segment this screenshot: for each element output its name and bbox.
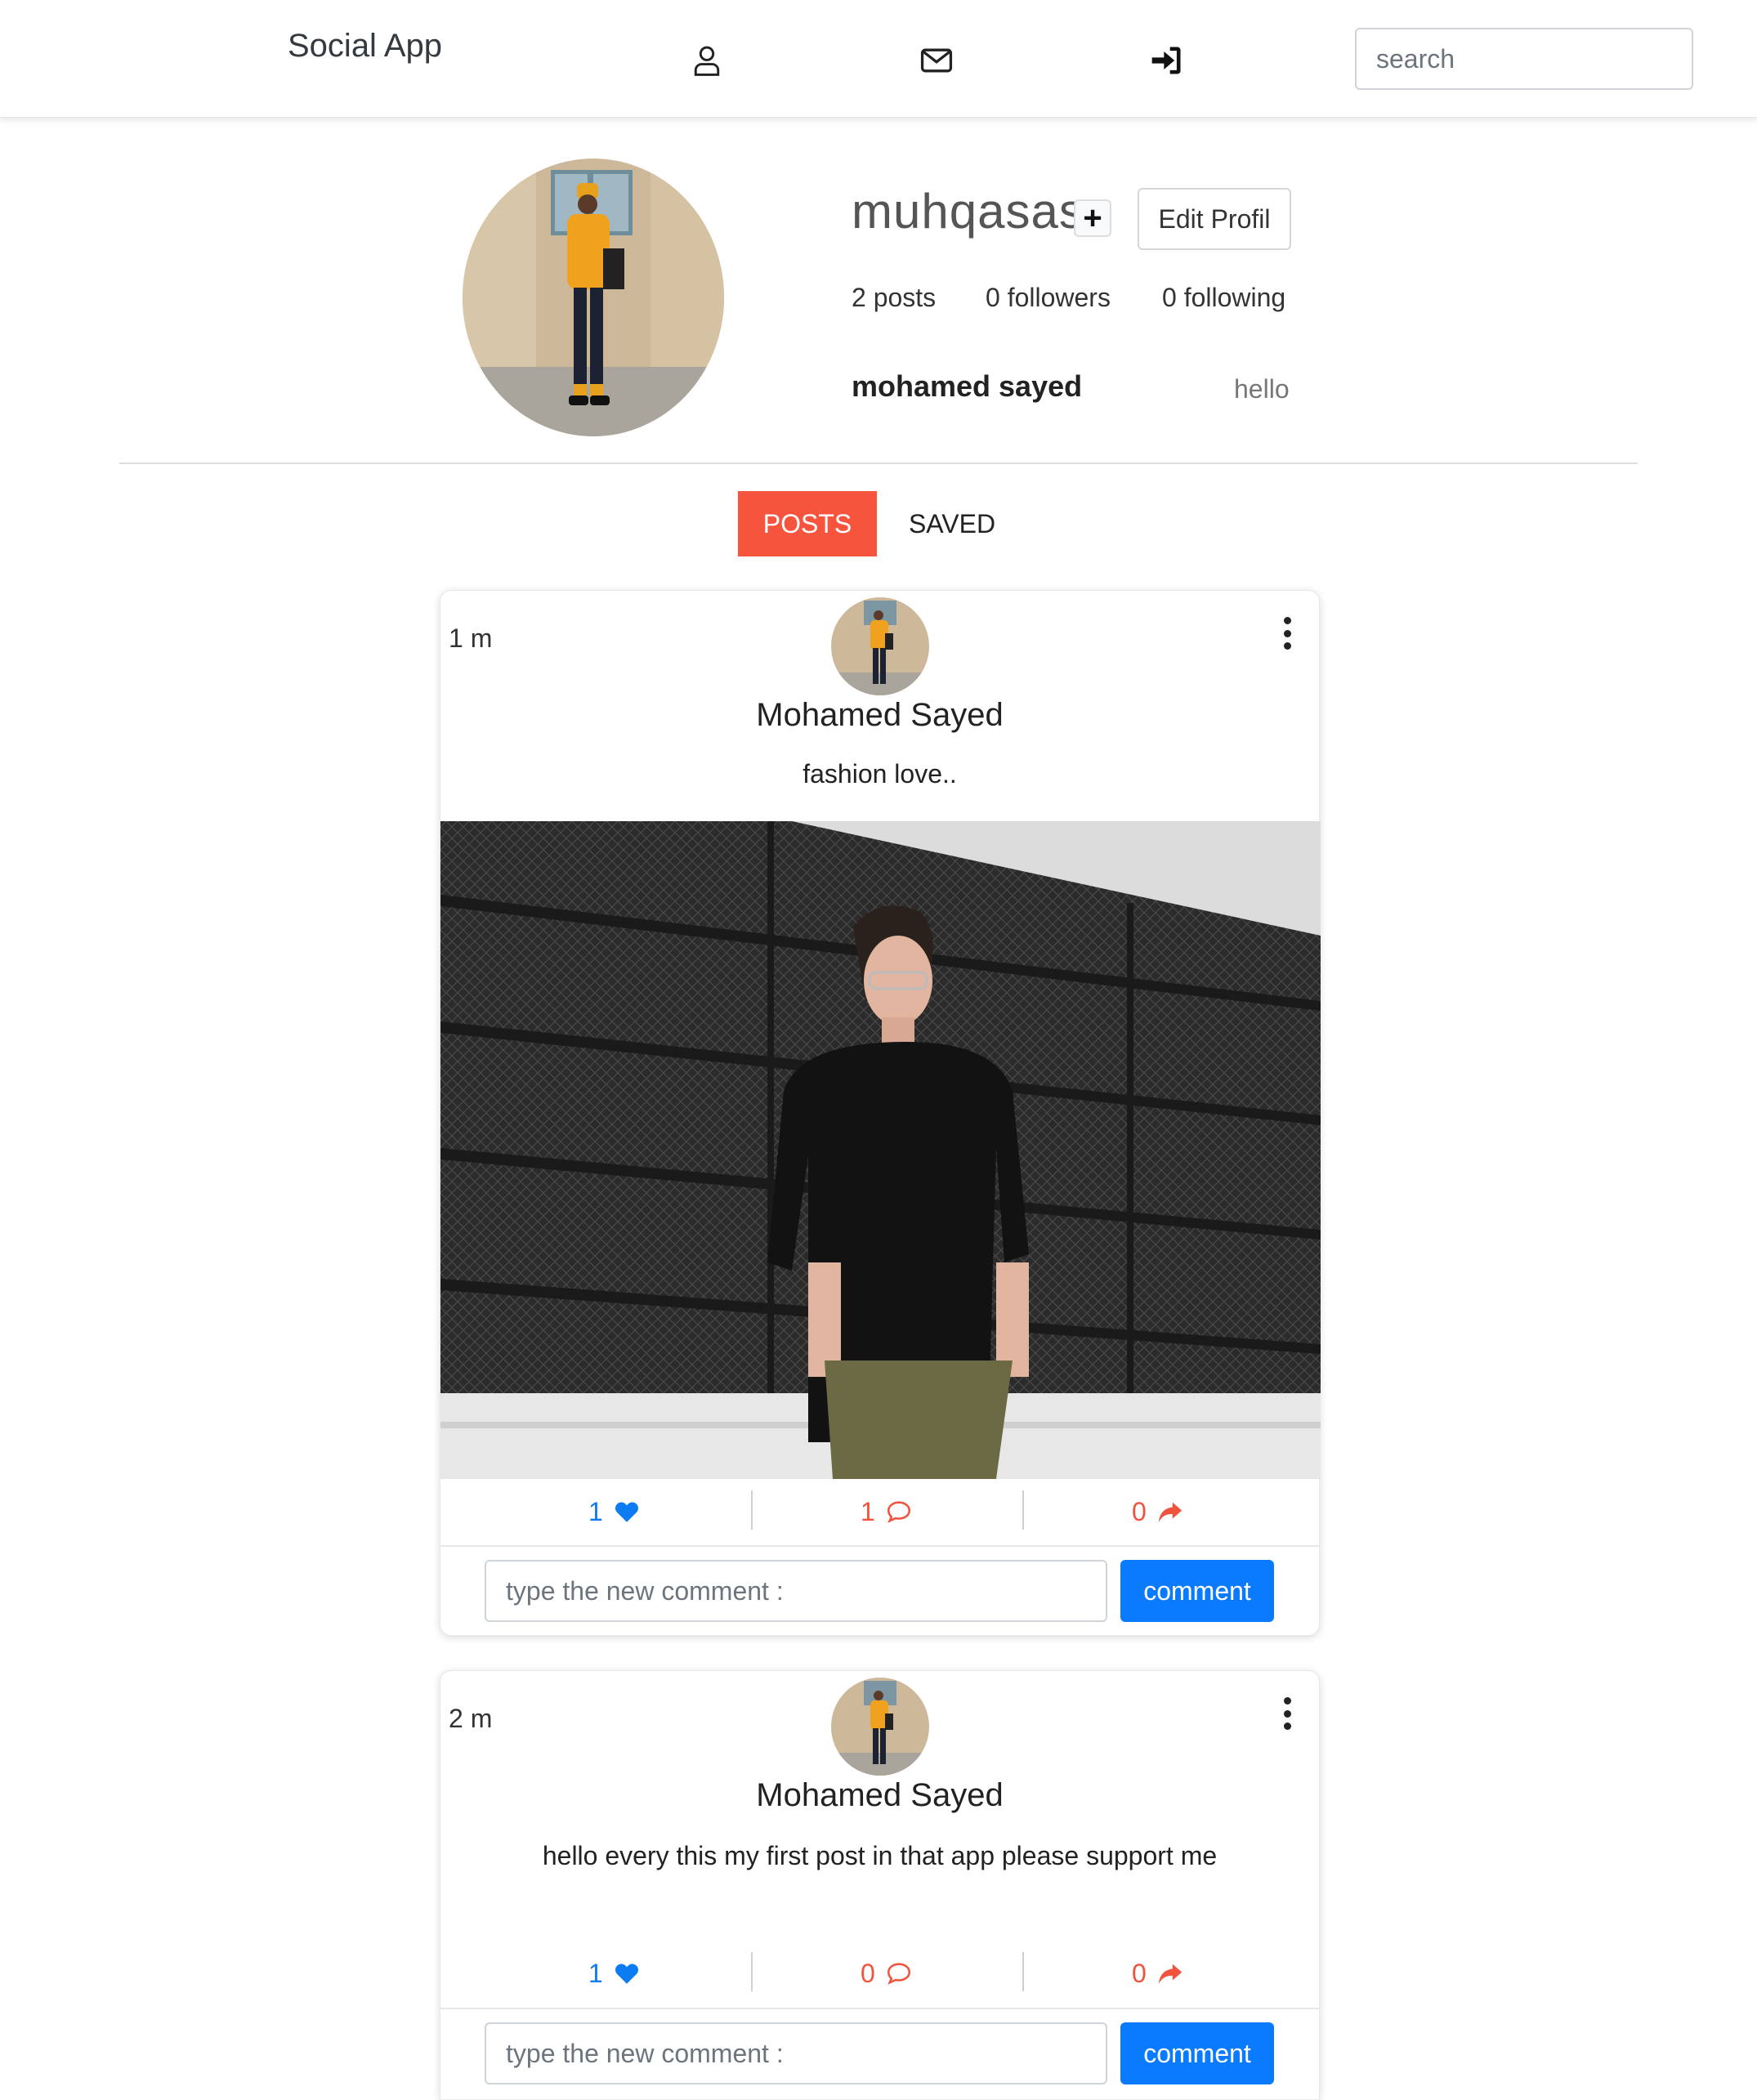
comment-input[interactable]	[485, 2022, 1107, 2084]
share-arrow-icon	[1158, 1964, 1182, 1984]
user-icon[interactable]	[689, 42, 725, 78]
comment-count-button[interactable]: 1	[861, 1479, 913, 1544]
post-time: 2 m	[449, 1704, 493, 1733]
following-count[interactable]: 0 following	[1162, 283, 1285, 313]
post-text: fashion love..	[802, 759, 957, 789]
profile-full-name: mohamed sayed	[852, 369, 1083, 403]
profile-avatar	[463, 159, 724, 436]
post-author-avatar[interactable]	[831, 1678, 929, 1776]
action-divider	[1022, 1952, 1024, 1991]
divider	[440, 1545, 1319, 1547]
like-button[interactable]: 1	[588, 1479, 641, 1544]
like-count: 1	[588, 1496, 603, 1526]
like-button[interactable]: 1	[588, 1941, 641, 2006]
action-divider	[751, 1952, 753, 1991]
post-actions: 1 0 0	[440, 1941, 1319, 2006]
post-text: hello every this my first post in that a…	[542, 1841, 1218, 1870]
heart-icon	[615, 1502, 638, 1522]
post-image[interactable]	[440, 821, 1321, 1479]
action-divider	[751, 1490, 753, 1530]
post-options-icon[interactable]	[1279, 1697, 1295, 1730]
post-time: 1 m	[449, 623, 493, 653]
speech-bubble-icon	[887, 1501, 910, 1523]
comment-count-button[interactable]: 0	[861, 1941, 913, 2006]
follow-plus-button[interactable]: +	[1074, 199, 1111, 237]
action-divider	[1022, 1490, 1024, 1530]
share-count: 0	[1132, 1496, 1147, 1526]
comment-submit-button[interactable]: comment	[1120, 2022, 1274, 2084]
share-arrow-icon	[1158, 1502, 1182, 1522]
heart-icon	[615, 1964, 638, 1984]
post-author-name[interactable]: Mohamed Sayed	[440, 1777, 1319, 1814]
share-button[interactable]: 0	[1132, 1941, 1184, 2006]
envelope-icon[interactable]	[919, 42, 955, 78]
post-author-name[interactable]: Mohamed Sayed	[440, 697, 1319, 734]
comment-input[interactable]	[485, 1560, 1107, 1622]
post-card: 1 m Mohamed Sayed fashion love.. 1 1 0 t…	[440, 590, 1321, 1636]
post-actions: 1 1 0	[440, 1479, 1319, 1544]
comment-count: 1	[861, 1496, 875, 1526]
profile-bio: hello	[1234, 374, 1290, 404]
plus-icon: +	[1083, 199, 1102, 236]
share-button[interactable]: 0	[1132, 1479, 1184, 1544]
followers-count[interactable]: 0 followers	[986, 283, 1111, 313]
share-count: 0	[1132, 1958, 1147, 1988]
comment-count: 0	[861, 1958, 875, 1988]
post-card: 2 m Mohamed Sayed hello every this my fi…	[440, 1670, 1320, 2100]
divider	[440, 2008, 1319, 2009]
navbar: Social App	[0, 0, 1757, 118]
like-count: 1	[588, 1958, 603, 1988]
brand-logo[interactable]: Social App	[288, 28, 442, 65]
search-input[interactable]	[1355, 28, 1693, 90]
tab-posts[interactable]: POSTS	[738, 491, 877, 556]
edit-profile-button[interactable]: Edit Profil	[1138, 188, 1291, 250]
speech-bubble-icon	[887, 1963, 910, 1985]
post-author-avatar[interactable]	[831, 597, 929, 695]
post-options-icon[interactable]	[1279, 617, 1295, 650]
comment-submit-button[interactable]: comment	[1120, 1560, 1274, 1622]
profile-username: muhqasas	[852, 184, 1084, 239]
sign-in-icon[interactable]	[1149, 42, 1185, 78]
divider	[119, 462, 1638, 464]
posts-count: 2 posts	[852, 283, 937, 312]
tab-saved[interactable]: SAVED	[899, 491, 1005, 556]
